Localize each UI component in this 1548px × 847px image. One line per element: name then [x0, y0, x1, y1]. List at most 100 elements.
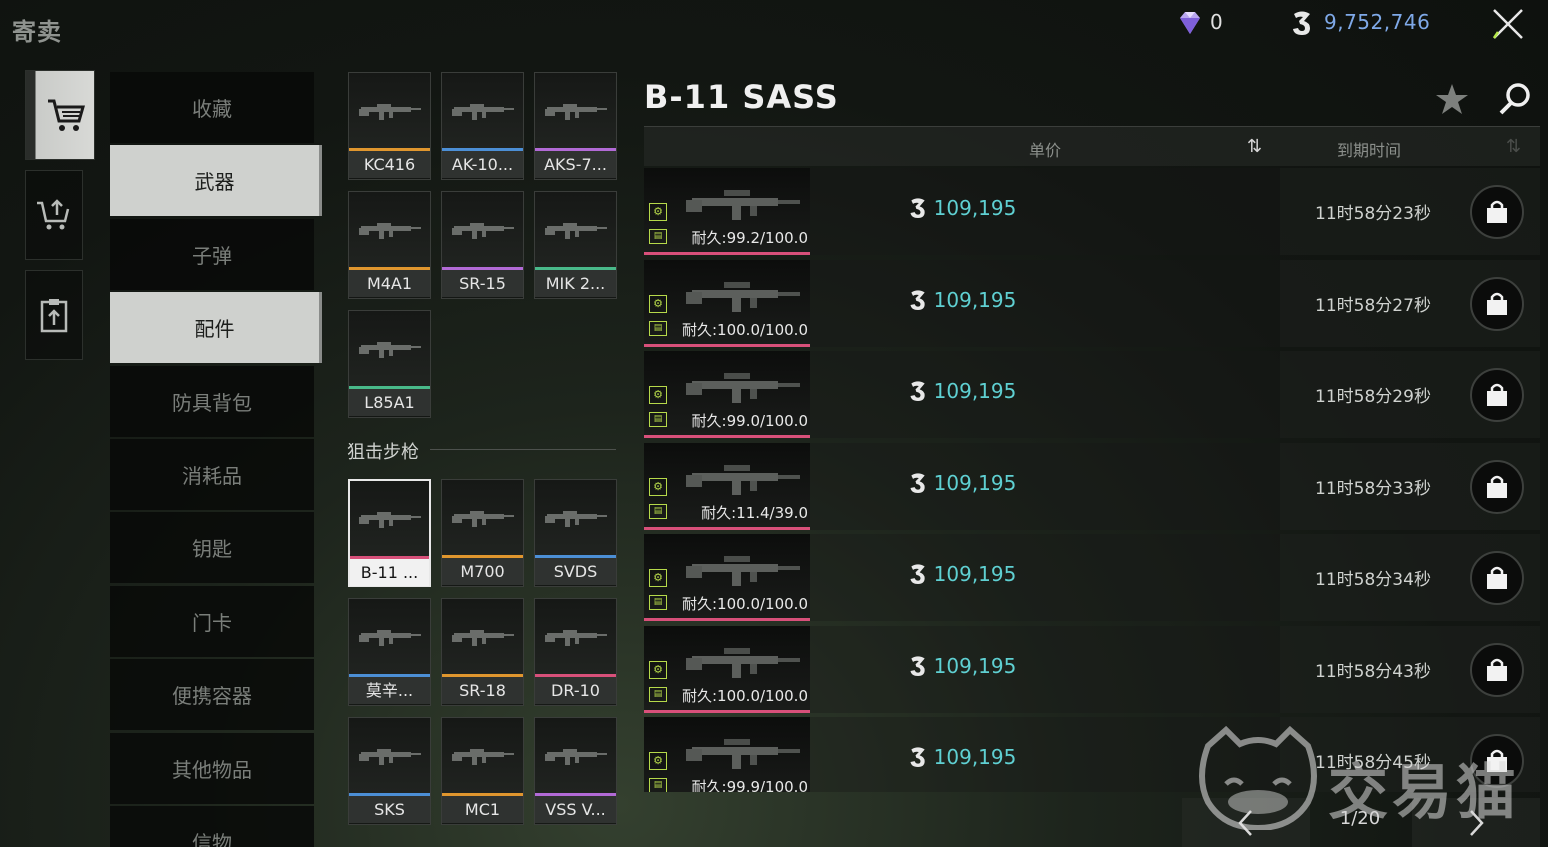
sell-cart-icon: [37, 199, 70, 230]
durability-text: 耐久:100.0/100.0: [682, 320, 808, 339]
category-item[interactable]: 收藏: [110, 72, 314, 143]
watermark: 交易猫: [1196, 725, 1526, 832]
listing-thumbnail: ⚙ ▤ 耐久:99.2/100.0: [644, 168, 810, 255]
listing-price: 109,195: [812, 654, 1112, 678]
weapon-name: MC1: [442, 796, 523, 823]
buy-button[interactable]: [1470, 551, 1524, 605]
weapon-tile[interactable]: SKS: [348, 717, 431, 825]
category-item[interactable]: 门卡: [110, 585, 314, 657]
durability-icon: ▤: [649, 229, 667, 244]
weapon-thumbnail: [535, 73, 616, 151]
buy-button[interactable]: [1470, 276, 1524, 331]
sort-icon[interactable]: ⇅: [1506, 136, 1521, 157]
coin-total: 9,752,746: [1324, 10, 1431, 34]
rail-sell-button[interactable]: [25, 170, 83, 260]
weapon-name: B-11 ...: [350, 559, 429, 586]
coin-icon: [910, 198, 925, 218]
coin-icon: [910, 655, 925, 676]
weapon-thumbnail: [535, 718, 616, 796]
rail-listings-button[interactable]: [25, 270, 83, 360]
close-button[interactable]: [1484, 2, 1532, 46]
weapon-tile[interactable]: MC1: [441, 717, 524, 825]
listing-price: 109,195: [812, 471, 1112, 495]
weapon-tile[interactable]: DR-10: [534, 598, 617, 706]
favorite-star-icon[interactable]: [1434, 82, 1470, 120]
weapon-tile[interactable]: AK-10...: [441, 72, 524, 180]
listing-row[interactable]: ⚙ ▤ 耐久:100.0/100.0 109,195 11时58分43秒: [644, 625, 1540, 713]
listing-thumbnail: ⚙ ▤ 耐久:100.0/100.0: [644, 534, 810, 621]
attachment-icon: ⚙: [649, 203, 667, 221]
expire-time: 11时58分23秒: [1315, 204, 1431, 224]
weapon-thumbnail: [535, 192, 616, 270]
durability-icon: ▤: [649, 595, 667, 610]
weapon-tile[interactable]: 莫辛...: [348, 598, 431, 706]
category-item[interactable]: 子弹: [110, 218, 314, 290]
category-item[interactable]: 便携容器: [110, 659, 314, 731]
category-item[interactable]: 钥匙: [110, 512, 314, 584]
category-item[interactable]: 消耗品: [110, 438, 314, 510]
weapon-image: [358, 511, 421, 528]
weapon-name: DR-10: [535, 677, 616, 704]
durability-text: 耐久:11.4/39.0: [701, 503, 808, 522]
shopping-bag-icon: [1487, 475, 1507, 498]
shopping-bag-icon: [1487, 658, 1507, 681]
listing-row[interactable]: ⚙ ▤ 耐久:100.0/100.0 109,195 11时58分27秒: [644, 259, 1540, 347]
weapon-tile[interactable]: M4A1: [348, 191, 431, 299]
weapon-tile[interactable]: SR-15: [441, 191, 524, 299]
category-item[interactable]: 武器: [110, 145, 322, 217]
sort-icon[interactable]: ⇅: [1247, 136, 1262, 157]
weapon-tile[interactable]: VSS V...: [534, 717, 617, 825]
weapon-tile[interactable]: AKS-7...: [534, 72, 617, 180]
shopping-bag-icon: [1487, 292, 1507, 315]
category-item[interactable]: 防具背包: [110, 365, 314, 437]
weapon-image: [686, 647, 800, 678]
section-label-sniper: 狙击步枪: [347, 442, 419, 463]
shopping-cart-icon: [48, 99, 85, 131]
listing-price: 109,195: [812, 379, 1112, 403]
price-value: 109,195: [933, 196, 1017, 220]
weapon-image: [451, 748, 514, 765]
buy-button[interactable]: [1470, 368, 1524, 422]
price-value: 109,195: [933, 470, 1017, 495]
weapon-tile[interactable]: MIK 2...: [534, 191, 617, 299]
weapon-tile[interactable]: SR-18: [441, 598, 524, 706]
listing-row[interactable]: ⚙ ▤ 耐久:100.0/100.0 109,195 11时58分34秒: [644, 534, 1540, 621]
weapon-tile[interactable]: L85A1: [348, 310, 431, 418]
weapon-tile[interactable]: SVDS: [534, 479, 617, 587]
listing-row[interactable]: ⚙ ▤ 耐久:99.2/100.0 109,195 11时58分23秒: [644, 168, 1540, 255]
shopping-bag-icon: [1487, 383, 1507, 406]
attachment-icon: ⚙: [649, 752, 667, 770]
attachment-icon: ⚙: [649, 660, 667, 679]
weapon-thumbnail: [442, 192, 523, 270]
coin-icon: [1290, 10, 1314, 40]
buy-button[interactable]: [1470, 185, 1524, 239]
category-item[interactable]: 配件: [110, 292, 322, 364]
weapon-tile[interactable]: B-11 ...: [348, 479, 431, 587]
column-header-price[interactable]: 单价: [1029, 137, 1061, 161]
cat-logo-icon: [1199, 725, 1317, 832]
buy-button[interactable]: [1470, 459, 1524, 514]
attachment-icon: ⚙: [649, 386, 667, 404]
listing-price: 109,195: [812, 562, 1112, 586]
durability-icon: ▤: [649, 320, 667, 336]
weapon-tile[interactable]: KC416: [348, 72, 431, 180]
category-item[interactable]: 其他物品: [110, 732, 314, 804]
search-icon[interactable]: [1498, 82, 1532, 120]
listing-thumbnail: ⚙ ▤ 耐久:100.0/100.0: [644, 259, 810, 347]
diamond-count: 0: [1210, 10, 1223, 34]
buy-button[interactable]: [1470, 642, 1524, 697]
listing-row[interactable]: ⚙ ▤ 耐久:99.0/100.0 109,195 11时58分29秒: [644, 351, 1540, 438]
column-header-expire[interactable]: 到期时间: [1337, 137, 1401, 161]
rail-buy-button[interactable]: [25, 70, 95, 160]
weapon-name: MIK 2...: [535, 270, 616, 297]
weapon-thumbnail: [350, 481, 429, 559]
weapon-name: L85A1: [349, 389, 430, 416]
weapon-image: [451, 510, 514, 527]
durability-text: 耐久:99.0/100.0: [691, 412, 808, 430]
category-item[interactable]: 信物: [110, 805, 314, 847]
weapon-thumbnail: [349, 599, 430, 677]
weapon-thumbnail: [349, 311, 430, 389]
weapon-name: VSS V...: [535, 796, 616, 823]
weapon-tile[interactable]: M700: [441, 479, 524, 587]
listing-row[interactable]: ⚙ ▤ 耐久:11.4/39.0 109,195 11时58分33秒: [644, 442, 1540, 530]
